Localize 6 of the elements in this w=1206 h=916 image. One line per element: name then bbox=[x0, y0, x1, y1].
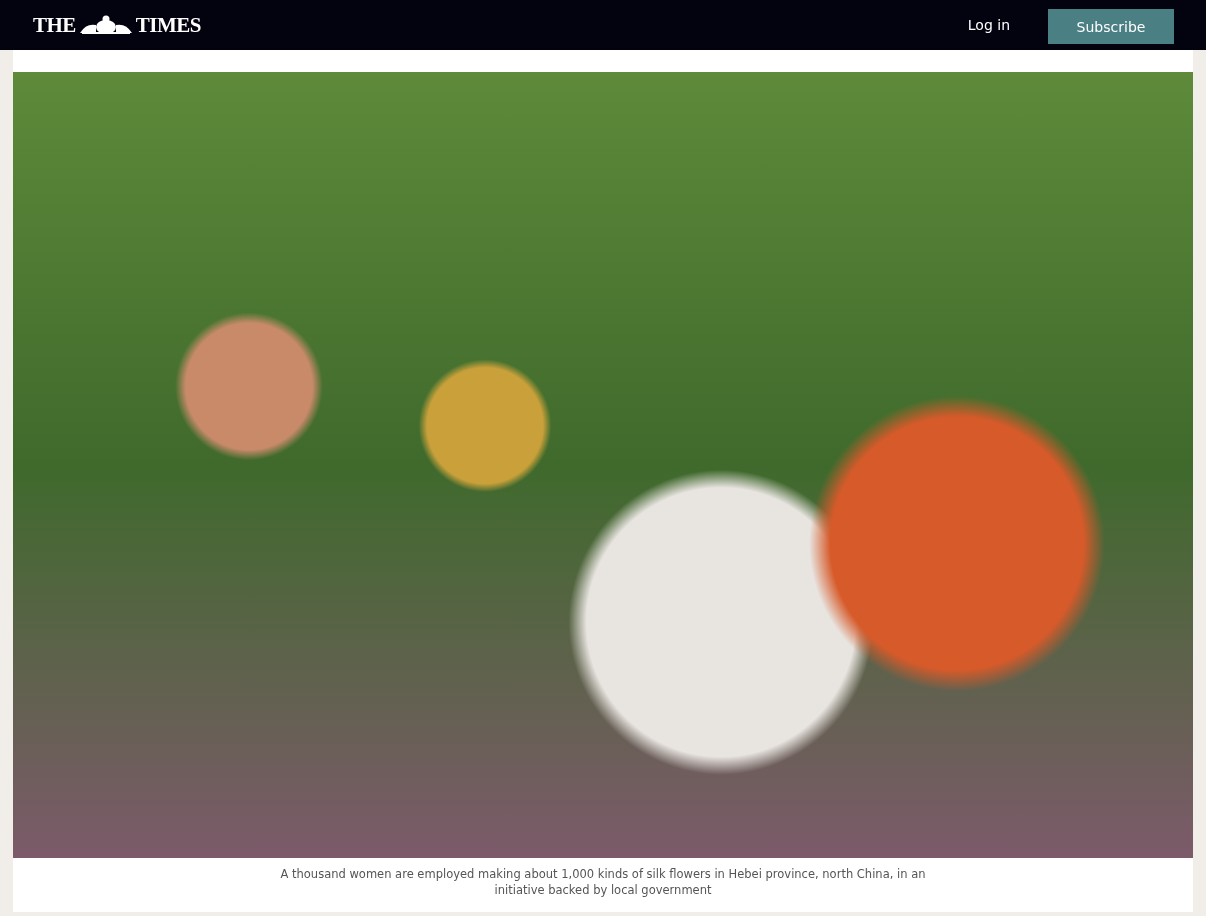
login-link[interactable]: Log in bbox=[967, 17, 1010, 33]
logo-text: TIMES bbox=[135, 12, 202, 38]
logo-text: THE bbox=[33, 12, 76, 38]
photo-caption: A thousand women are employed making about 1,000 kinds of silk flowers in Hebei province, north China, in an initiative backed by local government bbox=[279, 866, 927, 898]
crest-icon bbox=[77, 15, 134, 35]
subscribe-button[interactable]: Subscribe bbox=[1048, 9, 1174, 44]
